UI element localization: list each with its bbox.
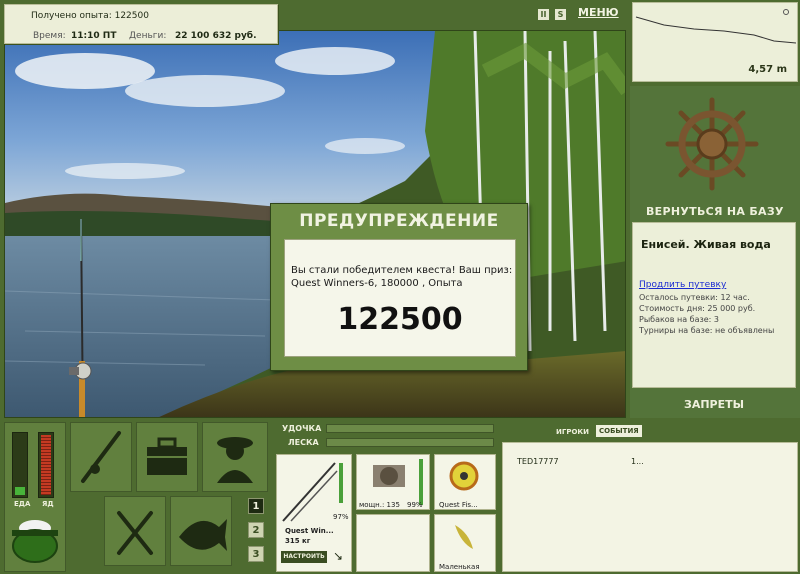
cooking-button[interactable] [104, 496, 166, 566]
money-label: Деньги: [129, 31, 167, 41]
sound-button[interactable]: S [555, 9, 566, 20]
tab-players[interactable]: ИГРОКИ [556, 428, 589, 436]
depth-close-icon[interactable] [783, 9, 789, 15]
player-value: 1... [631, 457, 644, 466]
tab-events[interactable]: СОБЫТИЯ [596, 425, 642, 437]
menu-button[interactable]: МЕНЮ [578, 6, 619, 19]
experience-text: Получено опыта: 122500 [31, 11, 149, 21]
bait-name: Маленькая [439, 563, 480, 571]
page-1-button[interactable]: 1 [248, 498, 264, 514]
fisherman-icon [217, 437, 253, 483]
warning-dialog[interactable]: ПРЕДУПРЕЖДЕНИЕ Вы стали победителем квес… [270, 203, 528, 371]
info-line: Стоимость дня: 25 000 руб. [639, 304, 756, 313]
bait-slot[interactable]: Маленькая [434, 514, 496, 572]
reel-percent: 99% [407, 501, 423, 509]
location-info-panel: Енисей. Живая вода Продлить путевку Оста… [632, 222, 796, 388]
rod-condition: 97% [333, 513, 349, 521]
poison-meter [38, 432, 54, 498]
extend-permit-link[interactable]: Продлить путевку [639, 280, 726, 290]
tackle-box-icon [147, 437, 187, 475]
bans-button[interactable]: ЗАПРЕТЫ [684, 398, 744, 411]
bait-fish-icon [455, 525, 473, 549]
rod-slot[interactable]: 97% Quest Win... 315 кг НАСТРОИТЬ ↘ [276, 454, 352, 572]
line-tension-bar [326, 438, 494, 447]
food-pot-icon[interactable] [10, 512, 60, 564]
pause-button[interactable]: II [538, 9, 549, 20]
food-label: ЕДА [14, 500, 31, 508]
rod-tension-bar [326, 424, 494, 433]
line-label: ЛЕСКА [288, 438, 319, 447]
reel-slot[interactable]: мощн.: 135 99% [356, 454, 430, 510]
dialog-body: Вы стали победителем квеста! Ваш приз: Q… [284, 239, 516, 357]
tackle-box-button[interactable] [136, 422, 198, 492]
time-label: Время: [33, 31, 66, 41]
rod-slot-button[interactable] [70, 422, 132, 492]
reel-name: мощн.: 135 [359, 501, 400, 509]
ship-wheel-icon[interactable] [664, 96, 760, 192]
reel-icon [373, 465, 405, 487]
float-slot[interactable] [356, 514, 430, 572]
setup-button[interactable]: НАСТРОИТЬ [281, 551, 327, 563]
time-value: 11:10 ПТ [71, 31, 117, 41]
dialog-title: ПРЕДУПРЕЖДЕНИЕ [299, 211, 499, 231]
line-name: Quest Fis... [439, 501, 478, 509]
player-name: TED17777 [517, 457, 559, 466]
page-2-button[interactable]: 2 [248, 522, 264, 538]
dialog-reward-value: 122500 [337, 302, 463, 337]
arrow-down-right-icon: ↘ [333, 549, 344, 563]
player-status-panel: Получено опыта: 122500 Время: 11:10 ПТ Д… [4, 4, 278, 44]
fish-icon [179, 519, 227, 551]
rod-label: УДОЧКА [282, 424, 322, 433]
dialog-message: Вы стали победителем квеста! Ваш приз: Q… [291, 265, 513, 289]
info-line: Рыбаков на базе: 3 [639, 315, 719, 324]
players-list: TED17777 1... [502, 442, 798, 572]
fish-cage-button[interactable] [170, 496, 232, 566]
fishing-rod-icon [81, 431, 121, 483]
page-3-button[interactable]: 3 [248, 546, 264, 562]
info-line: Турниры на базе: не объявлены [639, 326, 775, 335]
fork-knife-icon [117, 511, 153, 555]
tabs-bar: ИГРОКИ СОБЫТИЯ [504, 422, 798, 440]
rod-name: Quest Win... [285, 527, 334, 535]
depth-value: 4,57 m [748, 64, 787, 75]
depth-profile-graph [635, 16, 797, 44]
poison-label: ЯД [42, 500, 54, 508]
rod-weight: 315 кг [285, 537, 311, 545]
fisherman-button[interactable] [202, 422, 268, 492]
tackle-panel: УДОЧКА ЛЕСКА 97% Quest Win... 315 кг НАС… [276, 420, 498, 574]
line-slot[interactable]: Quest Fis... [434, 454, 496, 510]
line-spool-icon [449, 461, 479, 491]
money-value: 22 100 632 руб. [175, 31, 257, 41]
reel-condition-bar [419, 459, 423, 505]
food-meter [12, 432, 28, 498]
depth-panel: 4,57 m [632, 2, 798, 82]
location-name: Енисей. Живая вода [641, 238, 771, 251]
info-line: Осталось путевки: 12 час. [639, 293, 750, 302]
return-to-base-button[interactable]: ВЕРНУТЬСЯ НА БАЗУ [646, 205, 784, 218]
